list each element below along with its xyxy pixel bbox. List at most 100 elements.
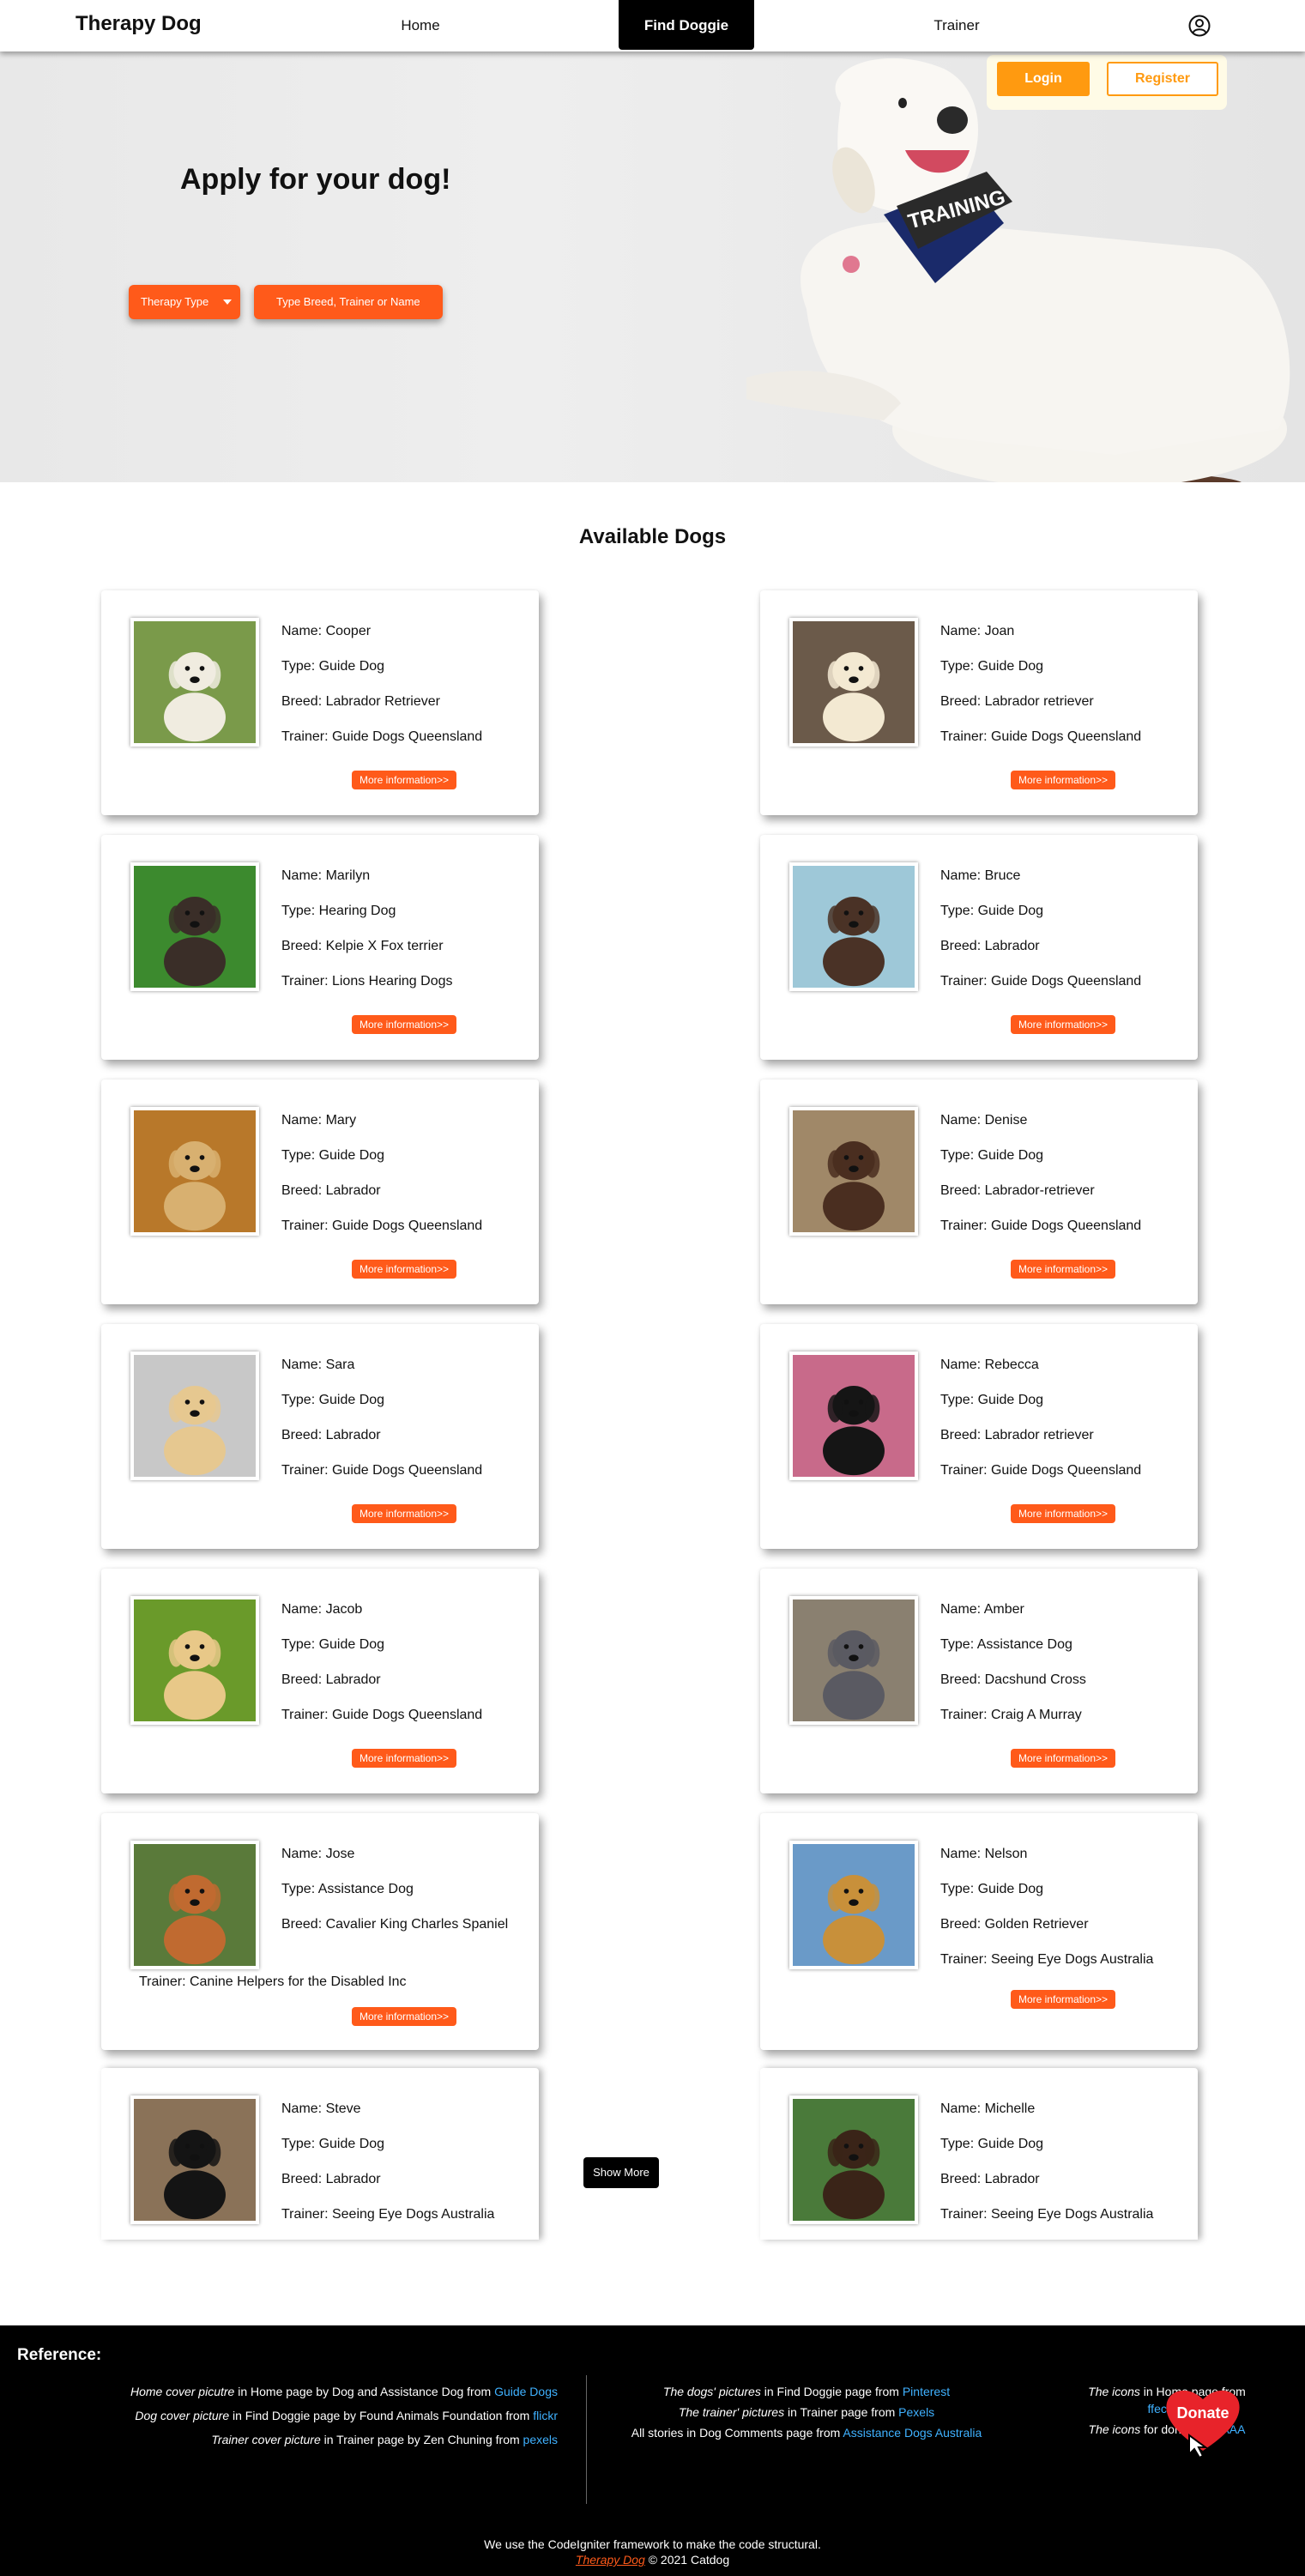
dog-info: Name: Marilyn Type: Hearing Dog Breed: Kel… [281,868,530,1008]
pinterest-link[interactable]: Pinterest [903,2385,950,2398]
dog-type: Type: Guide Dog [281,1637,385,1652]
more-information-button[interactable]: More information>> [352,1504,456,1523]
more-information-button[interactable]: More information>> [352,1749,456,1768]
brand-link[interactable]: Therapy Dog [576,2553,645,2567]
dog-card: Name: Bruce Type: Guide Dog Breed: Labrado… [760,835,1198,1060]
dog-trainer: Trainer: Guide Dogs Queensland [940,1218,1142,1233]
dog-info: Name: Steve Type: Guide Dog Breed: Labrado… [281,2101,530,2241]
dog-breed: Breed: Labrador [940,2172,1040,2186]
dog-info: Name: Denise Type: Guide Dog Breed: Labrad… [940,1112,1189,1253]
ref-text: The dogs' pictures [662,2385,761,2398]
dog-name: Name: Mary [281,1113,357,1128]
assistance-dogs-link[interactable]: Assistance Dogs Australia [843,2426,982,2440]
guide-dogs-link[interactable]: Guide Dogs [494,2385,558,2398]
dog-trainer: Trainer: Guide Dogs Queensland [281,1463,483,1478]
user-account-icon[interactable] [1188,15,1211,37]
dog-breed: Breed: Labrador Retriever [281,694,440,709]
dog-trainer: Trainer: Guide Dogs Queensland [281,1218,483,1233]
dog-type: Type: Guide Dog [940,1148,1044,1163]
ref-text: in Find Doggie page by Found Animals Fou… [229,2409,534,2422]
nav-trainer-link[interactable]: Trainer [914,0,1000,51]
dog-name: Name: Sara [281,1358,355,1372]
dog-type: Type: Guide Dog [940,1393,1044,1407]
dog-name: Name: Jose [281,1847,355,1861]
dog-type: Type: Guide Dog [940,1882,1044,1896]
dog-photo [130,862,259,991]
hero-title: Apply for your dog! [180,163,451,196]
dog-name: Name: Rebecca [940,1358,1039,1372]
therapy-type-dropdown[interactable]: Therapy Type [129,285,240,319]
dog-type: Type: Guide Dog [281,1393,385,1407]
pexels-link[interactable]: pexels [523,2433,558,2446]
dog-photo [789,2095,918,2224]
reference-column-covers: Home cover picutre in Home page by Dog a… [77,2384,558,2456]
dog-breed: Breed: Labrador [281,1428,381,1442]
brand-logo[interactable]: Therapy Dog [76,12,202,36]
footer-divider [586,2375,587,2504]
hero-banner: TRAINING Apply for your dog! Therapy Typ… [0,51,1305,482]
more-information-button[interactable]: More information>> [1011,1260,1115,1279]
dog-photo [130,1107,259,1236]
dog-info: Name: Mary Type: Guide Dog Breed: Labrador… [281,1112,530,1253]
dog-photo [789,1107,918,1236]
more-information-button[interactable]: More information>> [1011,1504,1115,1523]
ref-text: The trainer' pictures [678,2405,785,2419]
more-information-button[interactable]: More information>> [1011,1015,1115,1034]
dog-card: Name: Marilyn Type: Hearing Dog Breed: Kel… [101,835,539,1060]
ref-text: in Trainer page from [784,2405,899,2419]
more-information-button[interactable]: More information>> [1011,1990,1115,2009]
auth-box: Login Register [987,55,1227,110]
dog-breed: Breed: Kelpie X Fox terrier [281,939,444,953]
register-button[interactable]: Register [1107,62,1218,96]
dog-card: Name: Sara Type: Guide Dog Breed: Labrador… [101,1324,539,1549]
dog-type: Type: Guide Dog [940,904,1044,918]
dog-name: Name: Jacob [281,1602,363,1617]
nav-home-link[interactable]: Home [378,0,463,51]
dog-name: Name: Denise [940,1113,1028,1128]
ref-text: The icons [1088,2385,1140,2398]
ref-text: Trainer cover picture [211,2433,321,2446]
more-information-button[interactable]: More information>> [1011,1749,1115,1768]
more-information-button[interactable]: More information>> [352,1015,456,1034]
login-button[interactable]: Login [997,62,1090,96]
dog-card: Name: Denise Type: Guide Dog Breed: Labrad… [760,1079,1198,1304]
search-input[interactable]: Type Breed, Trainer or Name [254,285,443,319]
dog-breed: Breed: Labrador retriever [940,1428,1094,1442]
dog-info: Name: Jose Type: Assistance Dog Breed: Cav… [281,1846,530,1951]
nav-find-doggie-link[interactable]: Find Doggie [619,0,754,50]
dog-name: Name: Amber [940,1602,1024,1617]
more-information-button[interactable]: More information>> [1011,771,1115,789]
dog-trainer: Trainer: Seeing Eye Dogs Australia [940,2207,1154,2222]
pexels-link[interactable]: Pexels [898,2405,934,2419]
dog-trainer: Trainer: Lions Hearing Dogs [281,974,453,989]
ref-text: The icons [1088,2422,1141,2436]
donate-button[interactable]: Donate [1160,2375,1246,2461]
dog-card: Name: Nelson Type: Guide Dog Breed: Golden… [760,1813,1198,2050]
ref-text: All stories in Dog Comments page from [631,2426,843,2440]
section-title: Available Dogs [578,525,727,548]
more-information-button[interactable]: More information>> [352,771,456,789]
dog-card: Name: Amber Type: Assistance Dog Breed: Da… [760,1569,1198,1793]
dog-type: Type: Guide Dog [281,659,385,674]
dog-type: Type: Assistance Dog [940,1637,1072,1652]
flickr-link[interactable]: flickr [533,2409,558,2422]
show-more-button[interactable]: Show More [583,2157,659,2188]
dog-type: Type: Guide Dog [940,2137,1044,2151]
dog-trainer: Trainer: Guide Dogs Queensland [281,1708,483,1722]
dog-trainer: Trainer: Guide Dogs Queensland [940,729,1142,744]
dog-card: Name: Steve Type: Guide Dog Breed: Labrado… [101,2068,539,2240]
footer: Reference: Home cover picutre in Home pa… [0,2325,1305,2576]
more-information-button[interactable]: More information>> [352,2007,456,2026]
dog-photo [789,1841,918,1969]
reference-column-pictures: The dogs' pictures in Find Doggie page f… [601,2384,1012,2449]
dog-name: Name: Marilyn [281,868,371,883]
dog-trainer: Trainer: Craig A Murray [940,1708,1082,1722]
top-nav: Therapy Dog Home Find Doggie Trainer [0,0,1305,51]
dog-name: Name: Steve [281,2101,361,2116]
ref-text: in Trainer page by Zen Chuning from [320,2433,523,2446]
dog-trainer: Trainer: Guide Dogs Queensland [940,1463,1142,1478]
more-information-button[interactable]: More information>> [352,1260,456,1279]
dog-type: Type: Guide Dog [940,659,1044,674]
dog-breed: Breed: Labrador-retriever [940,1183,1095,1198]
dog-card: Name: Mary Type: Guide Dog Breed: Labrador… [101,1079,539,1304]
